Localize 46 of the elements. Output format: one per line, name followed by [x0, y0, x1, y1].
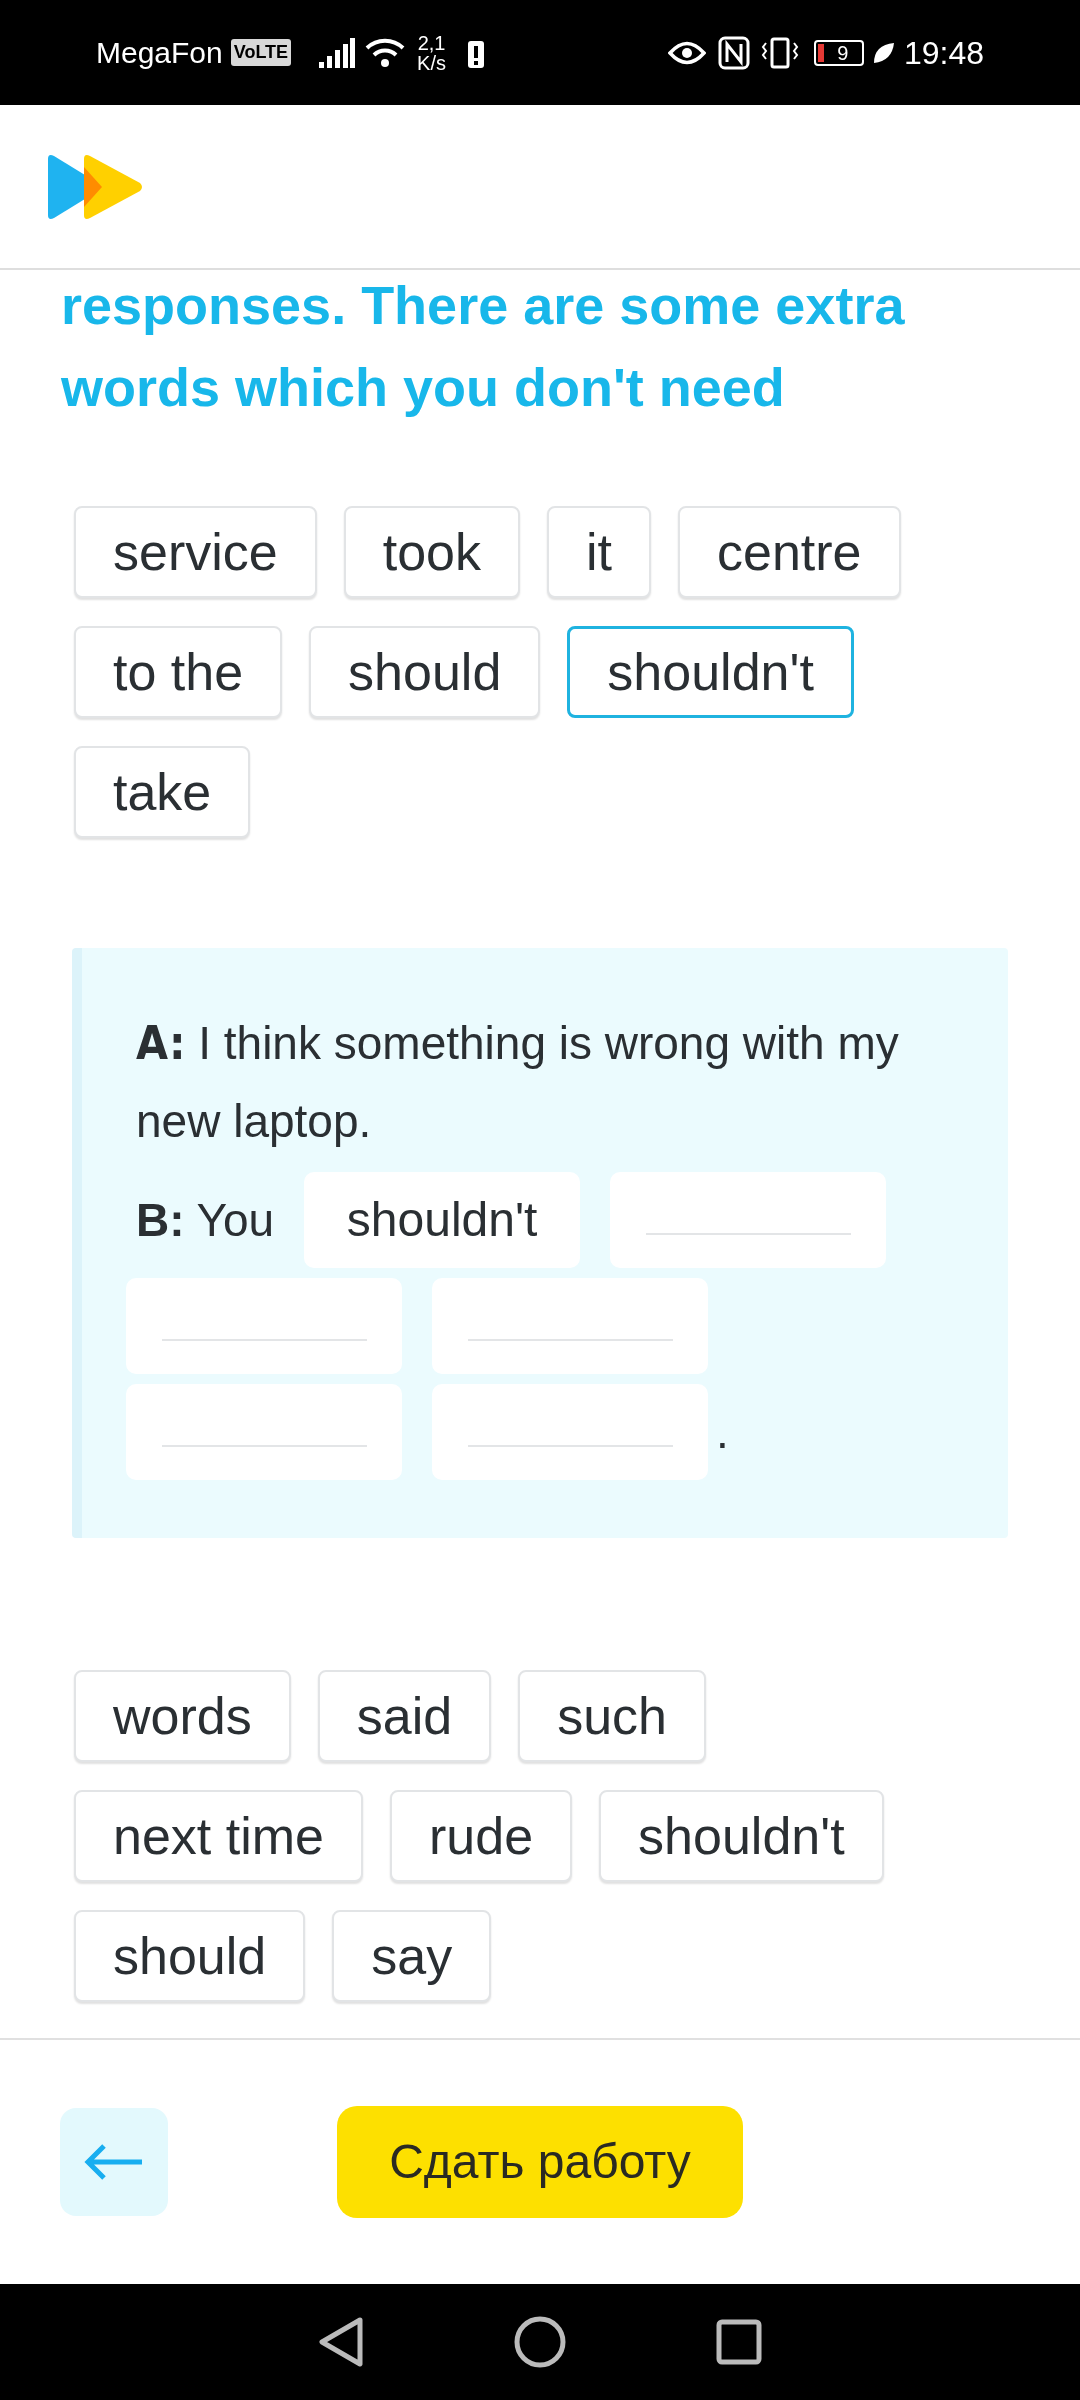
word-chip[interactable]: should — [309, 626, 541, 718]
empty-answer-slot[interactable] — [126, 1278, 402, 1374]
nfc-icon — [717, 35, 750, 70]
word-chip[interactable]: it — [547, 506, 651, 598]
empty-answer-slot[interactable] — [610, 1172, 887, 1268]
speed-unit: K/s — [417, 52, 446, 73]
app-logo-icon — [48, 152, 144, 221]
word-chip[interactable]: such — [518, 1670, 706, 1762]
empty-answer-slot[interactable] — [126, 1384, 402, 1480]
word-chip[interactable]: words — [74, 1670, 291, 1762]
volte-badge: VoLTE — [230, 39, 292, 66]
empty-answer-slot[interactable] — [432, 1278, 708, 1374]
carrier-name: MegaFon — [96, 35, 223, 71]
leaf-icon — [871, 40, 896, 65]
word-chip[interactable]: said — [317, 1670, 492, 1762]
recents-nav-icon[interactable] — [716, 2319, 762, 2365]
empty-answer-slot[interactable] — [432, 1384, 708, 1480]
signal-icon — [319, 37, 356, 68]
word-chip[interactable]: should — [74, 1910, 306, 2002]
speaker-a-line: A: I think something is wrong with my new laptop. — [136, 1015, 900, 1149]
word-chip[interactable]: next time — [74, 1790, 363, 1882]
word-chip[interactable]: to the — [74, 626, 283, 718]
back-button[interactable] — [60, 2108, 168, 2216]
vibrate-icon — [759, 36, 800, 69]
word-chip[interactable]: shouldn't — [599, 1790, 884, 1882]
speed-value: 2,1 — [417, 32, 446, 53]
back-nav-icon[interactable] — [318, 2316, 364, 2368]
word-chip[interactable]: took — [343, 506, 520, 598]
word-chip[interactable]: centre — [678, 506, 901, 598]
back-arrow-icon — [84, 2142, 144, 2182]
wifi-icon — [365, 37, 406, 68]
filled-answer-slot[interactable]: shouldn't — [304, 1172, 581, 1268]
word-chip[interactable]: take — [74, 746, 251, 838]
instruction-text: responses. There are some extra — [61, 274, 906, 337]
sentence-period: . — [716, 1404, 729, 1460]
battery-indicator: 9 — [813, 39, 864, 66]
word-chip[interactable]: say — [332, 1910, 492, 2002]
speaker-b-label: B: You — [136, 1192, 275, 1248]
eye-icon — [667, 39, 706, 66]
clock-time: 19:48 — [903, 33, 984, 73]
word-chip[interactable]: shouldn't — [567, 626, 854, 718]
home-nav-icon[interactable] — [514, 2316, 566, 2368]
instruction-text: words which you don't need — [61, 356, 786, 419]
submit-button[interactable]: Сдать работу — [337, 2106, 743, 2218]
word-chip[interactable]: rude — [390, 1790, 573, 1882]
word-chip[interactable]: service — [74, 506, 317, 598]
